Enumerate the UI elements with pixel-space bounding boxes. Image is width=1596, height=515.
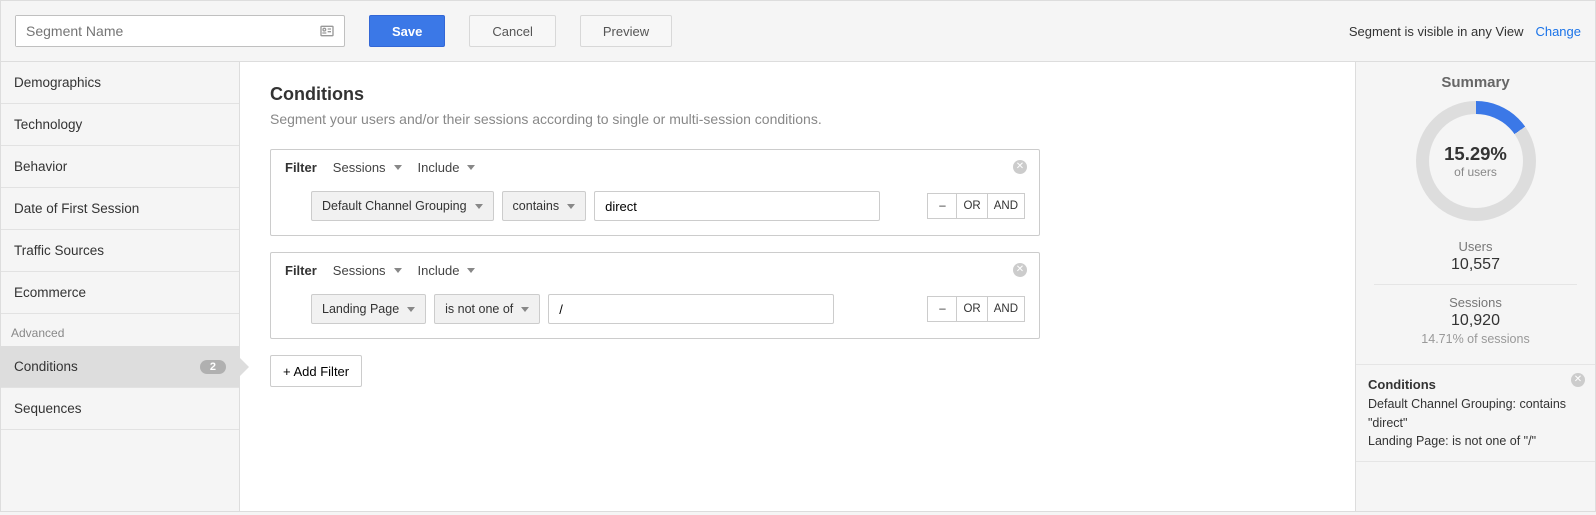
sidebar-item-traffic-sources[interactable]: Traffic Sources [1,230,239,272]
sidebar-item-date-first-session[interactable]: Date of First Session [1,188,239,230]
change-visibility-link[interactable]: Change [1535,24,1581,39]
main: Conditions Segment your users and/or the… [240,62,1356,512]
summary: Summary 15.29% of users Users 10,557 Ses… [1356,62,1596,512]
summary-conditions: ✕ Conditions Default Channel Grouping: c… [1356,365,1595,462]
sidebar-item-sequences[interactable]: Sequences [1,388,239,430]
remove-filter-button[interactable]: ✕ [1013,160,1029,176]
filter-label: Filter [285,263,317,278]
stat-sessions: Sessions 10,920 14.71% of sessions [1374,285,1577,356]
filter-label: Filter [285,160,317,175]
page-title: Conditions [270,84,1325,105]
dimension-dropdown[interactable]: Landing Page [311,294,426,324]
topbar-right: Segment is visible in any View Change [1349,24,1581,39]
donut-chart: 15.29% of users [1416,101,1536,221]
summary-cond-line2: Landing Page: is not one of "/" [1368,434,1536,448]
or-button[interactable]: OR [957,296,987,322]
chevron-down-icon [467,268,475,273]
and-button[interactable]: AND [988,193,1025,219]
sidebar-item-ecommerce[interactable]: Ecommerce [1,272,239,314]
donut-wrap: 15.29% of users [1374,101,1577,221]
segment-name-wrap [15,15,345,47]
sidebar-item-label: Conditions [14,359,78,374]
chevron-down-icon [567,204,575,209]
topbar: Save Cancel Preview Segment is visible i… [0,0,1596,62]
sidebar-heading-advanced: Advanced [1,314,239,346]
preview-button[interactable]: Preview [580,15,672,47]
or-button[interactable]: OR [957,193,987,219]
chevron-down-icon [521,307,529,312]
summary-top: Summary 15.29% of users Users 10,557 Ses… [1356,62,1595,365]
remove-row-button[interactable]: – [927,193,957,219]
remove-filter-button[interactable]: ✕ [1013,263,1029,279]
chevron-down-icon [467,165,475,170]
stat-value: 10,557 [1374,256,1577,274]
chevron-down-icon [394,268,402,273]
close-icon: ✕ [1013,160,1027,174]
save-button[interactable]: Save [369,15,445,47]
filter-mode-dropdown[interactable]: Include [418,160,476,175]
stat-subvalue: 14.71% of sessions [1374,332,1577,346]
and-button[interactable]: AND [988,296,1025,322]
filter-box-1: ✕ Filter Sessions Include Default Channe… [270,149,1040,236]
cancel-button[interactable]: Cancel [469,15,555,47]
operator-dropdown[interactable]: is not one of [434,294,540,324]
filter-body: Landing Page is not one of – OR AND [271,288,1039,338]
sidebar-item-behavior[interactable]: Behavior [1,146,239,188]
conditions-badge: 2 [200,360,226,374]
dimension-dropdown[interactable]: Default Channel Grouping [311,191,494,221]
segment-name-input[interactable] [16,16,310,46]
donut-label: of users [1454,165,1497,179]
summary-cond-line1: Default Channel Grouping: contains "dire… [1368,397,1566,430]
add-filter-button[interactable]: + Add Filter [270,355,362,387]
filter-mode-dropdown[interactable]: Include [418,263,476,278]
filter-header: Filter Sessions Include [271,253,1039,288]
chevron-down-icon [394,165,402,170]
layout: Demographics Technology Behavior Date of… [0,62,1596,512]
remove-summary-cond-button[interactable]: ✕ [1571,373,1587,389]
operator-dropdown[interactable]: contains [502,191,587,221]
sidebar-item-demographics[interactable]: Demographics [1,62,239,104]
filter-body: Default Channel Grouping contains – OR A… [271,185,1039,235]
stat-label: Sessions [1374,295,1577,310]
summary-heading: Summary [1374,74,1577,91]
sidebar: Demographics Technology Behavior Date of… [0,62,240,512]
filter-box-2: ✕ Filter Sessions Include Landing Page i… [270,252,1040,339]
close-icon: ✕ [1571,373,1585,387]
chevron-down-icon [407,307,415,312]
filter-scope-dropdown[interactable]: Sessions [333,263,402,278]
row-controls: – OR AND [927,193,1025,219]
filter-scope-dropdown[interactable]: Sessions [333,160,402,175]
segment-icon[interactable] [310,16,344,46]
summary-cond-heading: Conditions [1368,377,1436,392]
filter-header: Filter Sessions Include [271,150,1039,185]
topbar-left: Save Cancel Preview [15,15,672,47]
close-icon: ✕ [1013,263,1027,277]
filter-value-input[interactable] [548,294,834,324]
row-controls: – OR AND [927,296,1025,322]
chevron-down-icon [475,204,483,209]
page-subtitle: Segment your users and/or their sessions… [270,111,1325,127]
stat-users: Users 10,557 [1374,229,1577,285]
sidebar-item-conditions[interactable]: Conditions 2 [1,346,239,388]
sidebar-item-technology[interactable]: Technology [1,104,239,146]
stat-value: 10,920 [1374,312,1577,330]
remove-row-button[interactable]: – [927,296,957,322]
stat-label: Users [1374,239,1577,254]
visibility-text: Segment is visible in any View [1349,24,1524,39]
donut-pct: 15.29% [1444,143,1507,165]
donut-inner: 15.29% of users [1429,114,1523,208]
filter-value-input[interactable] [594,191,880,221]
